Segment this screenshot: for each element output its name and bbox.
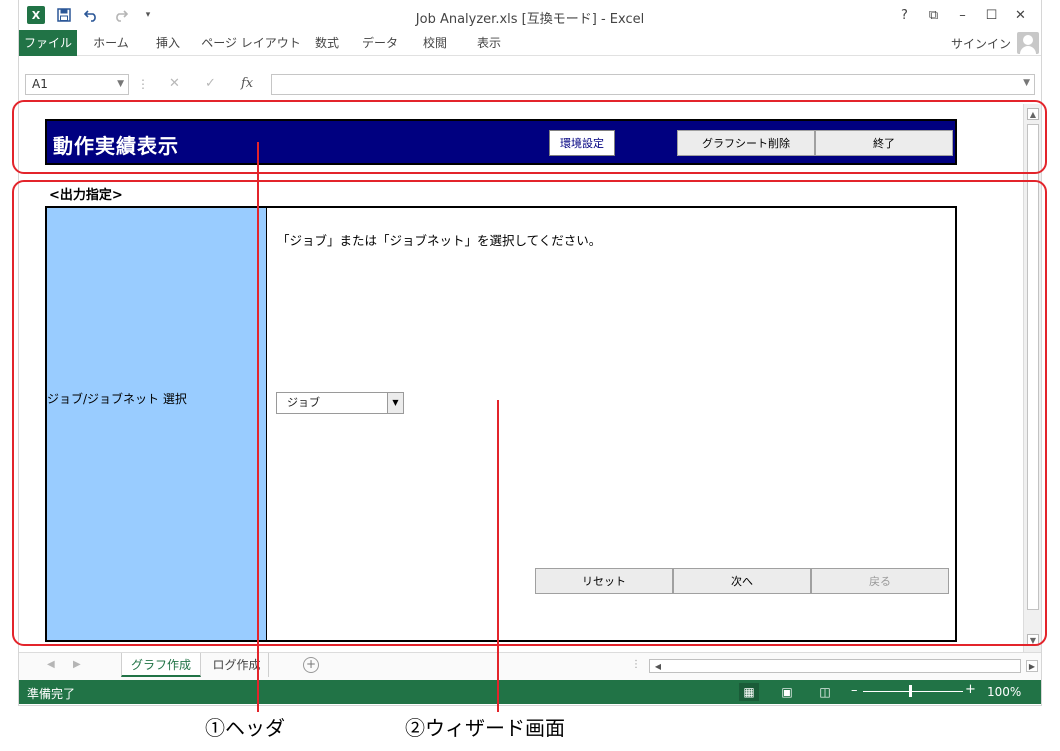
wizard-callout-label: ②ウィザード画面	[405, 716, 565, 740]
chevron-down-icon[interactable]: ▼	[117, 75, 124, 94]
ribbon-tabs: ファイル ホーム 挿入 ページ レイアウト 数式 データ 校閲 表示 サインイン	[19, 30, 1041, 56]
formula-bar: A1 ▼ ⋮ ✕ ✓ fx ▼	[19, 72, 1041, 98]
tab-review[interactable]: 校閲	[417, 30, 453, 56]
tab-page-layout[interactable]: ページ レイアウト	[201, 30, 301, 56]
signin-link[interactable]: サインイン	[951, 35, 1011, 52]
window-title: Job Analyzer.xls [互換モード] - Excel	[415, 12, 645, 27]
name-box-value: A1	[32, 77, 48, 91]
tab-file[interactable]: ファイル	[19, 30, 77, 56]
zoom-in-icon[interactable]: +	[965, 682, 976, 697]
minimize-button[interactable]: –	[948, 4, 977, 26]
user-avatar[interactable]	[1017, 32, 1039, 54]
normal-view-icon[interactable]: ▦	[739, 683, 759, 701]
tab-insert[interactable]: 挿入	[147, 30, 189, 56]
wizard-callout-box	[12, 180, 1047, 646]
page-break-view-icon[interactable]: ◫	[815, 683, 835, 701]
sheet-tab-log[interactable]: ログ作成	[205, 653, 269, 677]
zoom-slider[interactable]	[863, 691, 963, 692]
window-controls: ? ⧉ – ☐ ✕	[890, 4, 1035, 26]
prev-sheet-icon[interactable]: ◀	[47, 659, 55, 670]
enter-icon[interactable]: ✓	[205, 76, 216, 91]
tab-data[interactable]: データ	[359, 30, 401, 56]
tab-split-grip-icon[interactable]: ⋮	[631, 659, 641, 670]
cancel-icon[interactable]: ✕	[169, 76, 180, 91]
expand-formula-icon[interactable]: ▼	[1023, 78, 1030, 88]
name-box[interactable]: A1 ▼	[25, 74, 129, 95]
page-layout-view-icon[interactable]: ▣	[777, 683, 797, 701]
close-button[interactable]: ✕	[1006, 4, 1035, 26]
insert-function-icon[interactable]: fx	[241, 76, 253, 91]
title-bar: X ▾ Job Analyzer.xls [互換モード] - Excel ? ⧉…	[19, 0, 1041, 30]
formula-input[interactable]: ▼	[271, 74, 1035, 95]
wizard-callout-line	[497, 400, 499, 712]
zoom-slider-thumb[interactable]	[909, 685, 912, 697]
grip-icon: ⋮	[137, 77, 149, 91]
scroll-right-icon[interactable]: ▶	[1026, 660, 1038, 672]
horizontal-scrollbar[interactable]: ◀ ▶	[649, 659, 1038, 673]
tab-home[interactable]: ホーム	[87, 30, 135, 56]
header-callout-line	[257, 142, 259, 712]
tab-view[interactable]: 表示	[471, 30, 507, 56]
add-sheet-icon[interactable]: +	[303, 657, 319, 673]
next-sheet-icon[interactable]: ▶	[73, 659, 81, 670]
zoom-out-icon[interactable]: –	[851, 683, 858, 698]
scroll-left-icon[interactable]: ◀	[652, 660, 664, 672]
ribbon-display-icon[interactable]: ⧉	[919, 4, 948, 26]
sheet-tab-graph[interactable]: グラフ作成	[121, 653, 201, 677]
header-callout-box	[12, 100, 1047, 174]
header-callout-label: ①ヘッダ	[205, 716, 285, 740]
sheet-tabs-bar: ◀ ▶ グラフ作成 ログ作成 + ⋮ ◀ ▶	[19, 652, 1041, 680]
tab-formulas[interactable]: 数式	[309, 30, 345, 56]
status-bar: 準備完了 ▦ ▣ ◫ – + 100%	[19, 680, 1041, 704]
zoom-level[interactable]: 100%	[987, 685, 1021, 699]
help-icon[interactable]: ?	[890, 4, 919, 26]
status-text: 準備完了	[27, 687, 76, 701]
maximize-button[interactable]: ☐	[977, 4, 1006, 26]
